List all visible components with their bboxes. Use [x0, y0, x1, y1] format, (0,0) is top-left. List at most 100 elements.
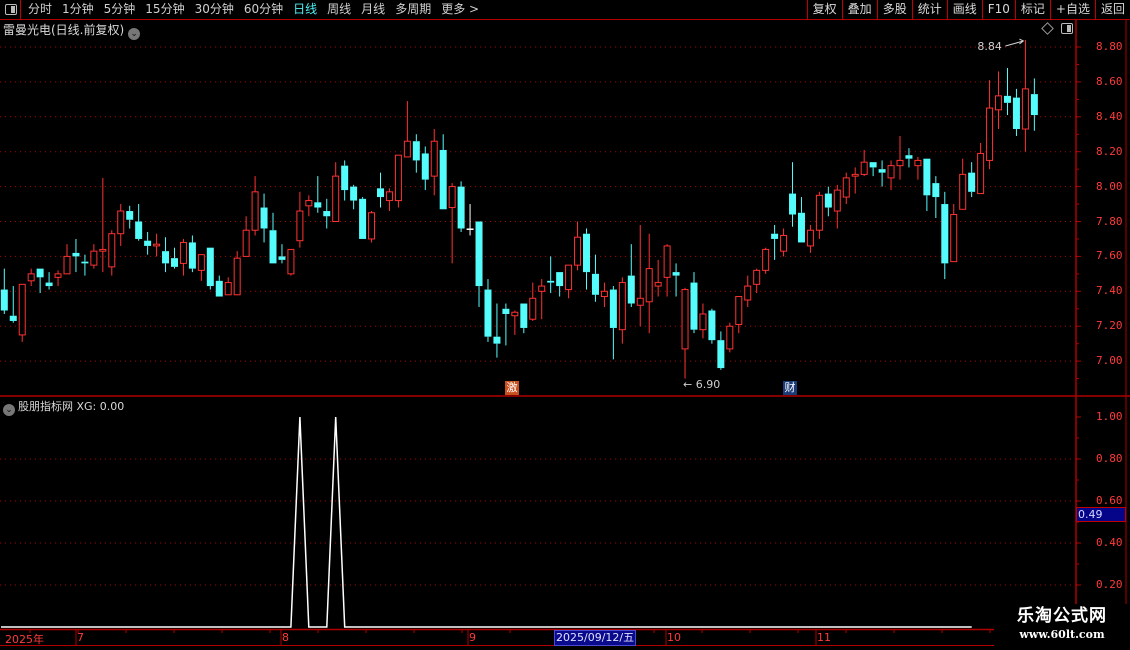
time-label-oct: 10	[667, 631, 681, 644]
candle-body-down	[672, 272, 680, 276]
candle-body-up	[851, 173, 859, 177]
candle-body-up	[108, 233, 116, 268]
candle-body-down	[0, 289, 8, 311]
candle-body-down	[475, 221, 483, 287]
candle-body-up	[27, 273, 35, 282]
candle-body-down	[708, 310, 716, 341]
price-tick-label: 8.20	[1096, 144, 1123, 158]
candle-body-down	[690, 282, 698, 330]
candle-body-up	[296, 210, 304, 242]
candle-body-up	[565, 264, 573, 291]
price-tick-label: 7.20	[1096, 319, 1123, 333]
cursor-value-readout: 0.49	[1076, 507, 1126, 522]
candle-body-up	[242, 229, 250, 257]
candle-body-up	[914, 159, 922, 167]
time-label-year: 2025年	[5, 633, 44, 646]
candle-body-down	[162, 251, 170, 264]
price-tick-label: 7.00	[1096, 354, 1123, 368]
candle-body-up	[574, 236, 582, 266]
candle-body-up	[385, 191, 393, 202]
candle-body-up	[977, 152, 985, 195]
candle-body-down	[1012, 97, 1020, 130]
candle-body-down	[547, 280, 555, 283]
badge-ji-text: 激	[506, 381, 518, 394]
min-low-value: 6.90	[695, 377, 721, 391]
candle-body-down	[421, 153, 429, 180]
indicator-value: XG: 0.00	[76, 400, 125, 413]
candle-body-down	[583, 233, 591, 273]
candle-body-down	[771, 233, 779, 239]
candle-body-up	[1021, 88, 1029, 130]
candle-body-up	[305, 200, 313, 207]
cursor-date: 2025/09/12/五	[554, 630, 637, 646]
candle-body-down	[493, 336, 501, 344]
candle-body-up	[332, 175, 340, 223]
candle-body-up	[153, 243, 161, 247]
candle-body-down	[341, 165, 349, 191]
candle-body-down	[520, 303, 528, 328]
time-label-nov: 11	[817, 631, 831, 644]
candle-body-up	[54, 273, 62, 278]
max-high-label: 8.84	[977, 40, 1002, 54]
watermark-title: 乐淘公式网	[1017, 606, 1107, 626]
candle-body-down	[824, 193, 832, 208]
price-tick-label: 8.00	[1096, 179, 1123, 193]
kline-chart	[0, 20, 1130, 650]
candle-body-up	[842, 177, 850, 198]
candle-body-down	[502, 308, 510, 314]
candle-body-up	[663, 245, 671, 278]
candle-body-up	[860, 161, 868, 175]
xg-line	[1, 416, 972, 628]
candle-body-up	[18, 283, 26, 336]
candle-body-down	[932, 183, 940, 198]
candle-body-down	[188, 242, 196, 269]
candle-body-down	[215, 280, 223, 297]
candle-body-down	[609, 289, 617, 328]
indicator-name: 股朋指标网	[18, 400, 73, 413]
indicator-tick-label: 0.80	[1096, 452, 1123, 465]
candle-body-down	[260, 207, 268, 229]
candle-body-down	[484, 289, 492, 337]
badge-ji[interactable]: 激	[505, 381, 519, 395]
candle-body-down	[412, 141, 420, 161]
candle-body-up	[986, 107, 994, 161]
candle-body-up	[806, 229, 814, 247]
indicator-title[interactable]: ⌄ 股朋指标网 XG: 0.00	[3, 398, 124, 416]
candle-body-down	[135, 221, 143, 239]
candle-body-down	[627, 275, 635, 304]
candle-body-down	[968, 172, 976, 192]
candle-body-up	[618, 282, 626, 331]
candle-body-down	[359, 198, 367, 239]
price-tick-label: 7.40	[1096, 284, 1123, 298]
time-label-jul: 7	[77, 631, 84, 644]
watermark-url: www.60lt.com	[1019, 628, 1105, 641]
candle-body-up	[233, 257, 241, 296]
candle-body-down	[556, 272, 564, 287]
candle-body-up	[815, 194, 823, 231]
candle-body-up	[887, 165, 895, 179]
candle-body-down	[1030, 94, 1038, 116]
candle-body-down	[457, 186, 465, 229]
candle-body-down	[717, 340, 725, 369]
candle-body-down	[439, 149, 447, 210]
candle-body-up	[753, 269, 761, 285]
price-tick-label: 8.80	[1096, 40, 1123, 53]
candle-body-down	[36, 268, 44, 278]
candle-body-down	[170, 258, 178, 267]
candle-body-down	[350, 186, 358, 201]
candle-body-up	[511, 311, 519, 317]
watermark: 乐淘公式网 www.60lt.com	[994, 604, 1130, 650]
candle-body-up	[681, 289, 689, 350]
chevron-down-icon[interactable]: ⌄	[3, 404, 15, 416]
candle-body-up	[448, 186, 456, 209]
candle-body-down	[206, 247, 214, 287]
candle-body-up	[995, 95, 1003, 111]
badge-cai[interactable]: 财	[783, 381, 797, 395]
candle-body-up	[896, 159, 904, 167]
candle-body-up	[99, 248, 107, 252]
candle-body-down	[789, 193, 797, 215]
candle-body-down	[1003, 95, 1011, 103]
candle-body-down	[81, 261, 89, 264]
candle-body-down	[905, 155, 913, 159]
price-tick-label: 7.80	[1096, 214, 1123, 228]
